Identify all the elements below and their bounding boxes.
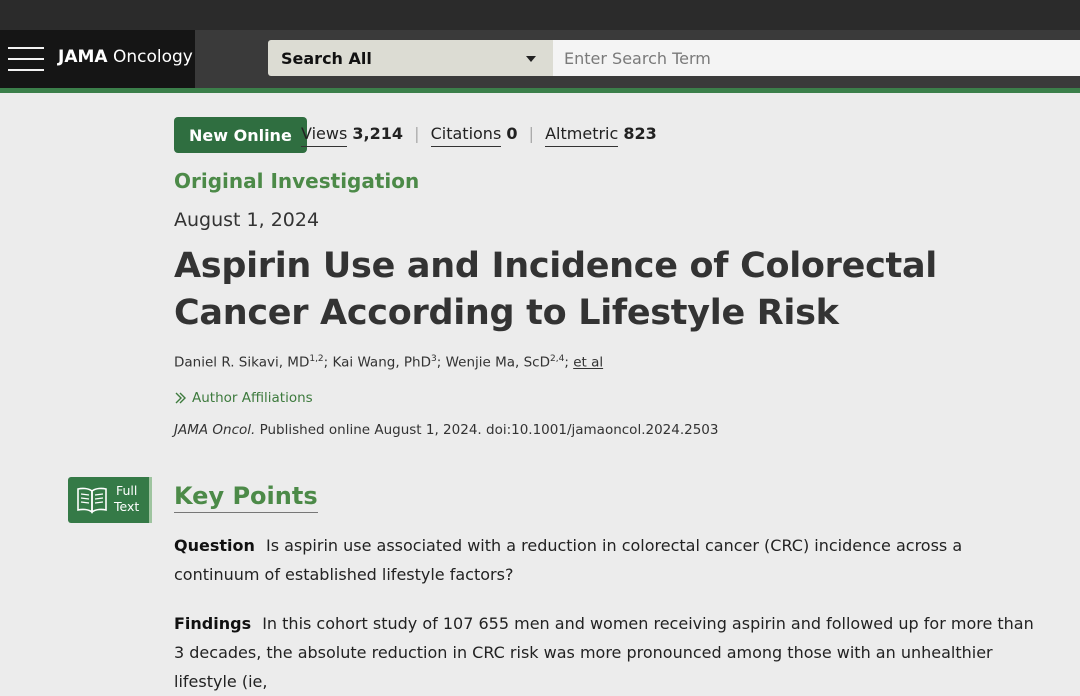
question-label: Question	[174, 536, 255, 555]
site-header: JAMA Oncology Search All	[0, 30, 1080, 88]
menu-icon[interactable]	[8, 47, 44, 71]
article-title: Aspirin Use and Incidence of Colorectal …	[174, 246, 937, 333]
publication-date: August 1, 2024	[174, 209, 320, 231]
journal-logo-name: Oncology	[112, 47, 193, 67]
key-points-question: Question Is aspirin use associated with …	[174, 531, 1034, 589]
citations-count: 0	[506, 124, 518, 143]
author-affiliation-sup: 2,4	[550, 354, 565, 364]
chevron-down-icon	[526, 56, 536, 62]
full-text-line1: Full	[115, 483, 138, 498]
brand-bar: JAMA Oncology	[0, 30, 195, 88]
browser-top-strip	[0, 0, 1080, 30]
article-metrics: Views 3,214 | Citations 0 | Altmetric 82…	[301, 124, 657, 147]
author-list: Daniel R. Sikavi, MD1,2; Kai Wang, PhD3;…	[174, 354, 604, 371]
journal-logo[interactable]: JAMA Oncology	[58, 47, 193, 67]
question-text: Is aspirin use associated with a reducti…	[174, 536, 963, 584]
author-affiliation-sup: 1,2	[309, 354, 324, 364]
citations-link[interactable]: Citations	[430, 124, 502, 147]
new-online-badge: New Online	[174, 117, 307, 153]
double-chevron-right-icon	[175, 392, 186, 404]
journal-logo-bold: JAMA	[58, 47, 108, 67]
views-link[interactable]: Views	[301, 124, 348, 147]
search-scope-label: Search All	[281, 48, 372, 68]
article-type: Original Investigation	[174, 169, 420, 193]
author-affiliation-sup: 3	[431, 354, 437, 364]
author-name[interactable]: Daniel R. Sikavi, MD	[174, 355, 309, 371]
divider: |	[414, 124, 420, 143]
search-scope-dropdown[interactable]: Search All	[268, 40, 553, 76]
author-name[interactable]: Kai Wang, PhD	[333, 355, 432, 371]
journal-abbreviation: JAMA Oncol.	[174, 422, 256, 438]
author-affiliations-label: Author Affiliations	[192, 390, 313, 406]
altmetric-score: 823	[623, 124, 657, 143]
et-al-link[interactable]: et al	[573, 355, 603, 371]
author-affiliations-toggle[interactable]: Author Affiliations	[174, 390, 313, 406]
findings-label: Findings	[174, 614, 252, 633]
open-book-icon	[77, 487, 107, 514]
views-count: 3,214	[352, 124, 404, 143]
author-name[interactable]: Wenjie Ma, ScD	[446, 355, 550, 371]
full-text-edge	[149, 477, 152, 523]
altmetric-link[interactable]: Altmetric	[545, 124, 619, 147]
key-points-findings: Findings In this cohort study of 107 655…	[174, 609, 1034, 696]
search-input[interactable]	[553, 40, 1080, 76]
full-text-label: Full Text	[114, 483, 139, 515]
full-text-button[interactable]: Full Text	[68, 477, 152, 523]
divider: |	[528, 124, 534, 143]
full-text-line2: Text	[114, 499, 140, 514]
header-accent-rule	[0, 88, 1080, 93]
citation-line: JAMA Oncol. Published online August 1, 2…	[174, 422, 719, 438]
key-points-heading: Key Points	[174, 482, 318, 513]
findings-text: In this cohort study of 107 655 men and …	[174, 614, 1034, 691]
citation-details: Published online August 1, 2024. doi:10.…	[259, 422, 719, 438]
